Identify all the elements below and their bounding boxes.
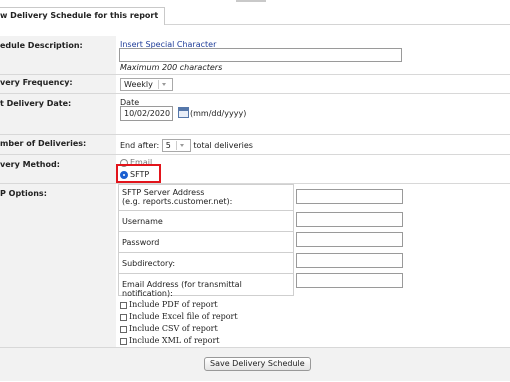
save-delivery-schedule-button[interactable]: Save Delivery Schedule <box>204 357 311 371</box>
username-input[interactable] <box>296 212 403 227</box>
include-csv-label: Include CSV of report <box>129 324 218 333</box>
first-delivery-date-row: t Delivery Date: Date <box>0 94 510 134</box>
sftp-options-table: SFTP Server Address (e.g. reports.custom… <box>118 184 294 298</box>
delivery-method-label: very Method: <box>0 155 116 183</box>
delivery-method-row: very Method: <box>0 155 510 183</box>
end-after-label: End after: <box>120 141 160 150</box>
calendar-icon[interactable] <box>178 107 189 118</box>
email-address-label: Email Address (for transmittal notificat… <box>122 280 242 298</box>
include-excel-label: Include Excel file of report <box>129 312 238 321</box>
subdirectory-label: Subdirectory: <box>122 259 176 268</box>
sftp-checkbox-list: Include PDF of report Include Excel file… <box>120 299 238 347</box>
include-excel-checkbox[interactable] <box>120 313 127 321</box>
subdirectory-input[interactable] <box>296 253 403 268</box>
delivery-frequency-value: Weekly <box>118 75 510 93</box>
schedule-description-input[interactable] <box>119 48 402 62</box>
sftp-server-example: (e.g. reports.customer.net): <box>122 197 233 206</box>
include-xml-option[interactable]: Include XML of report <box>120 335 238 347</box>
number-of-deliveries-selected: 5 <box>165 141 171 150</box>
include-xml-label: Include XML of report <box>129 336 220 345</box>
delivery-frequency-selected: Weekly <box>124 80 153 89</box>
include-csv-checkbox[interactable] <box>120 325 127 333</box>
total-deliveries-label: total deliveries <box>193 141 253 150</box>
first-delivery-date-text: 10/02/2020 <box>124 109 171 118</box>
top-tab-stub <box>236 0 266 2</box>
first-delivery-date-input[interactable]: 10/02/2020 <box>120 106 173 121</box>
subdirectory-label-cell: Subdirectory: <box>119 253 293 274</box>
schedule-description-hint: Maximum 200 characters <box>120 63 223 72</box>
email-address-label-cell: Email Address (for transmittal notificat… <box>119 274 293 298</box>
include-csv-option[interactable]: Include CSV of report <box>120 323 238 335</box>
delivery-frequency-row: very Frequency: Weekly <box>0 75 510 93</box>
sftp-server-label-cell: SFTP Server Address (e.g. reports.custom… <box>119 185 293 211</box>
date-format-hint: (mm/dd/yyyy) <box>190 109 247 118</box>
password-label-cell: Password <box>119 232 293 253</box>
first-delivery-date-value: Date <box>118 94 510 134</box>
include-excel-option[interactable]: Include Excel file of report <box>120 311 238 323</box>
email-address-input[interactable] <box>296 273 403 288</box>
number-of-deliveries-label: mber of Deliveries: <box>0 135 116 154</box>
sftp-server-label: SFTP Server Address <box>122 188 205 197</box>
sftp-options-row: P Options: SFTP Server Address (e.g. rep… <box>0 184 510 347</box>
number-of-deliveries-value: End after: 5 total deliveries <box>118 135 510 154</box>
username-label-cell: Username <box>119 211 293 232</box>
password-label: Password <box>122 238 160 247</box>
password-input[interactable] <box>296 232 403 247</box>
include-pdf-label: Include PDF of report <box>129 300 218 309</box>
username-label: Username <box>122 217 163 226</box>
chevron-down-icon <box>157 80 169 89</box>
section-title: w Delivery Schedule for this report <box>0 7 166 25</box>
delivery-frequency-label: very Frequency: <box>0 75 116 93</box>
number-of-deliveries-select[interactable]: 5 <box>161 139 191 152</box>
delivery-frequency-select[interactable]: Weekly <box>120 78 173 91</box>
sftp-server-input[interactable] <box>296 189 403 204</box>
sftp-options-label: P Options: <box>0 184 116 347</box>
chevron-down-icon <box>175 141 187 150</box>
include-xml-checkbox[interactable] <box>120 337 127 345</box>
include-pdf-checkbox[interactable] <box>120 301 127 309</box>
sftp-highlight-box <box>116 164 161 183</box>
include-pdf-option[interactable]: Include PDF of report <box>120 299 238 311</box>
schedule-description-label: edule Description: <box>0 36 116 76</box>
number-of-deliveries-row: mber of Deliveries: End after: 5 total d… <box>0 135 510 154</box>
first-delivery-date-label: t Delivery Date: <box>0 94 116 134</box>
